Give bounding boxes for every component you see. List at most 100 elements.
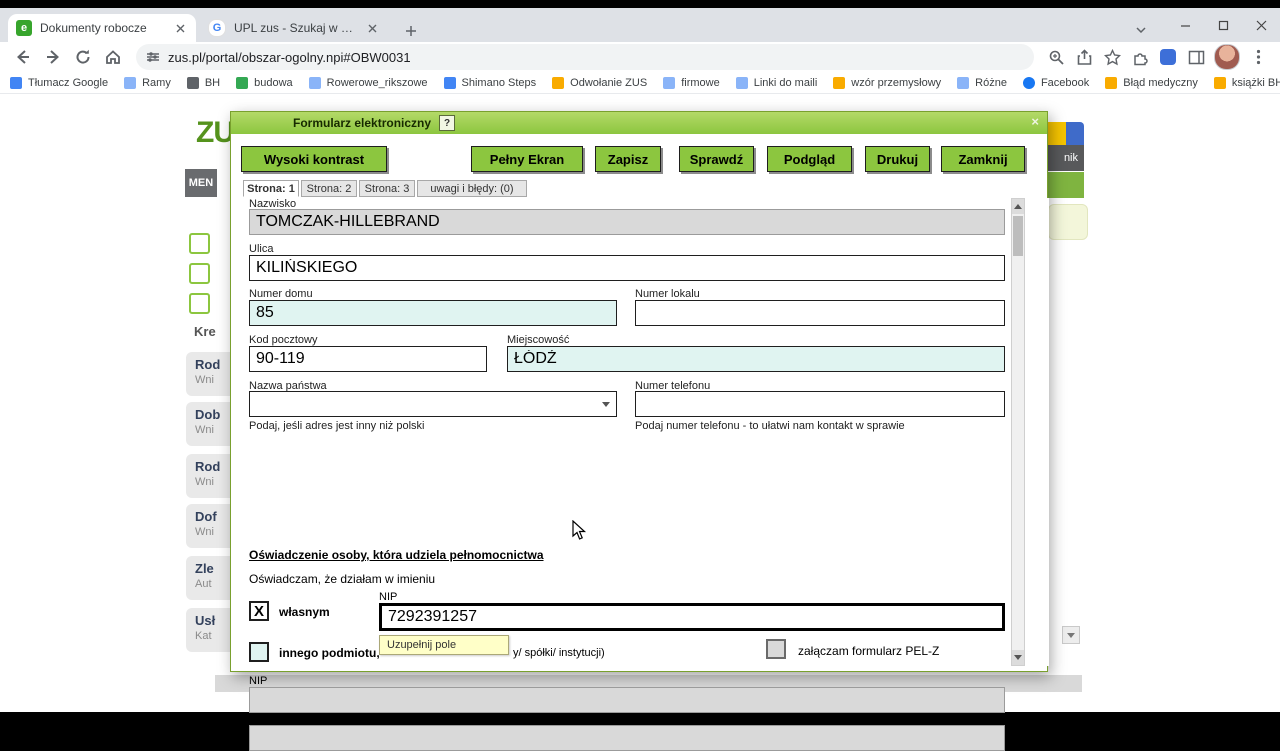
- browser-window: e Dokumenty robocze G UPL zus - Szukaj w…: [0, 8, 1280, 751]
- page-scroll-down-button[interactable]: [1062, 626, 1080, 644]
- bookmark-item[interactable]: Rowerowe_rikszowe: [308, 76, 428, 89]
- bookmark-item[interactable]: Linki do maili: [735, 76, 817, 89]
- bookmark-favicon: [443, 76, 456, 89]
- home-icon[interactable]: [100, 44, 126, 70]
- bookmark-item[interactable]: budowa: [236, 76, 293, 89]
- bookmark-item[interactable]: Shimano Steps: [443, 76, 536, 89]
- reload-icon[interactable]: [70, 44, 96, 70]
- dialog-titlebar[interactable]: Formularz elektroniczny ? ×: [231, 112, 1047, 134]
- form-body: Nazwisko Ulica Numer domu Numer lokalu K…: [231, 198, 1049, 751]
- browser-menu-icon[interactable]: [1246, 45, 1270, 69]
- own-behalf-checkbox[interactable]: X: [249, 601, 269, 621]
- zoom-icon[interactable]: [1044, 45, 1068, 69]
- bookmark-favicon: [236, 76, 249, 89]
- high-contrast-button[interactable]: Wysoki kontrast: [241, 146, 387, 172]
- side-panel-icon[interactable]: [1184, 45, 1208, 69]
- maximize-button[interactable]: [1204, 8, 1242, 42]
- sidebar-doc-icon[interactable]: [189, 233, 210, 254]
- fill-field-tooltip: Uzupełnij pole: [379, 635, 509, 655]
- bookmark-item[interactable]: Facebook: [1022, 76, 1089, 89]
- scroll-down-icon[interactable]: [1012, 650, 1024, 665]
- nip2-field[interactable]: [249, 687, 1005, 713]
- section-heading: Kre: [194, 324, 216, 339]
- bookmark-item[interactable]: Błąd medyczny: [1105, 76, 1198, 89]
- phone-field[interactable]: [635, 391, 1005, 417]
- postal-code-field[interactable]: [249, 346, 487, 372]
- extensions-puzzle-icon[interactable]: [1128, 45, 1152, 69]
- tab-close-icon[interactable]: [364, 20, 380, 36]
- bookmark-folder-icon: [308, 76, 321, 89]
- address-bar[interactable]: zus.pl/portal/obszar-ogolny.npi#OBW0031: [136, 44, 1034, 70]
- profile-avatar[interactable]: [1214, 44, 1240, 70]
- sidebar-doc-icon[interactable]: [189, 293, 210, 314]
- minimize-button[interactable]: [1166, 8, 1204, 42]
- close-window-button[interactable]: [1242, 8, 1280, 42]
- street-field[interactable]: [249, 255, 1005, 281]
- bookmark-item[interactable]: wzór przemysłowy: [833, 76, 941, 89]
- service-card[interactable]: Rod Wni: [186, 352, 232, 396]
- help-icon[interactable]: ?: [439, 115, 456, 131]
- service-card[interactable]: Rod Wni: [186, 454, 232, 498]
- nip-field[interactable]: [379, 603, 1005, 631]
- save-button[interactable]: Zapisz: [595, 146, 661, 172]
- browser-tab[interactable]: G UPL zus - Szukaj w Google: [200, 14, 388, 42]
- tab-page-3[interactable]: Strona: 3: [359, 180, 415, 197]
- service-card[interactable]: Zle Aut: [186, 556, 232, 600]
- street-label: Ulica: [249, 243, 274, 255]
- user-role-badge[interactable]: nik: [1048, 145, 1084, 171]
- chevron-down-icon: [602, 402, 610, 407]
- tab-errors[interactable]: uwagi i błędy: (0): [417, 180, 527, 197]
- new-tab-button[interactable]: [398, 18, 424, 44]
- city-field[interactable]: [507, 346, 1005, 372]
- validate-button[interactable]: Sprawdź: [679, 146, 754, 172]
- apartment-number-field[interactable]: [635, 300, 1005, 326]
- scrollbar-thumb[interactable]: [1013, 216, 1023, 256]
- bookmark-item[interactable]: Ramy: [124, 76, 171, 89]
- phone-hint: Podaj numer telefonu - to ułatwi nam kon…: [635, 420, 905, 432]
- attach-pelz-checkbox[interactable]: [766, 639, 786, 659]
- menu-button[interactable]: MEN: [185, 169, 217, 197]
- dialog-close-icon[interactable]: ×: [1031, 114, 1039, 129]
- bookmark-item[interactable]: firmowe: [663, 76, 720, 89]
- url-text: zus.pl/portal/obszar-ogolny.npi#OBW0031: [168, 49, 411, 65]
- service-card[interactable]: Dob Wni: [186, 402, 232, 446]
- bookmark-item[interactable]: Różne: [957, 76, 1007, 89]
- tab-search-icon[interactable]: [1130, 19, 1152, 41]
- surname-field[interactable]: [249, 209, 1005, 235]
- sidebar-doc-icon[interactable]: [189, 263, 210, 284]
- tab-title: UPL zus - Szukaj w Google: [234, 21, 358, 35]
- bookmarks-bar: Tłumacz Google Ramy BH budowa Rowerowe_r…: [0, 72, 1280, 94]
- header-green-button[interactable]: [1048, 172, 1084, 198]
- other-entity-checkbox[interactable]: [249, 642, 269, 662]
- country-hint: Podaj, jeśli adres jest inny niż polski: [249, 420, 425, 432]
- bookmark-item[interactable]: Tłumacz Google: [10, 76, 108, 89]
- service-card[interactable]: Usł Kat: [186, 608, 232, 652]
- scroll-up-icon[interactable]: [1012, 199, 1024, 214]
- tab-page-1[interactable]: Strona: 1: [243, 180, 299, 197]
- forward-icon[interactable]: [40, 44, 66, 70]
- house-number-field[interactable]: [249, 300, 617, 326]
- tab-page-2[interactable]: Strona: 2: [301, 180, 357, 197]
- postal-code-label: Kod pocztowy: [249, 334, 318, 346]
- bookmark-folder-icon: [957, 76, 970, 89]
- close-form-button[interactable]: Zamknij: [941, 146, 1025, 172]
- bookmark-item[interactable]: Odwołanie ZUS: [552, 76, 647, 89]
- extension-colored-icon[interactable]: [1156, 45, 1180, 69]
- country-select[interactable]: [249, 391, 617, 417]
- service-card[interactable]: Dof Wni: [186, 504, 232, 548]
- site-settings-icon[interactable]: [146, 50, 160, 64]
- nip-label: NIP: [379, 591, 398, 603]
- print-button[interactable]: Drukuj: [865, 146, 930, 172]
- bookmark-folder-icon: [552, 76, 565, 89]
- tab-close-icon[interactable]: [172, 20, 188, 36]
- bookmark-item[interactable]: BH: [186, 76, 220, 89]
- share-icon[interactable]: [1072, 45, 1096, 69]
- bookmark-item[interactable]: książki BH: [1213, 76, 1280, 89]
- fullscreen-button[interactable]: Pełny Ekran: [471, 146, 583, 172]
- bookmark-star-icon[interactable]: [1100, 45, 1124, 69]
- form-scrollbar[interactable]: [1011, 198, 1025, 666]
- browser-tab-active[interactable]: e Dokumenty robocze: [8, 14, 196, 42]
- back-icon[interactable]: [10, 44, 36, 70]
- clipped-field[interactable]: [249, 725, 1005, 751]
- preview-button[interactable]: Podgląd: [767, 146, 852, 172]
